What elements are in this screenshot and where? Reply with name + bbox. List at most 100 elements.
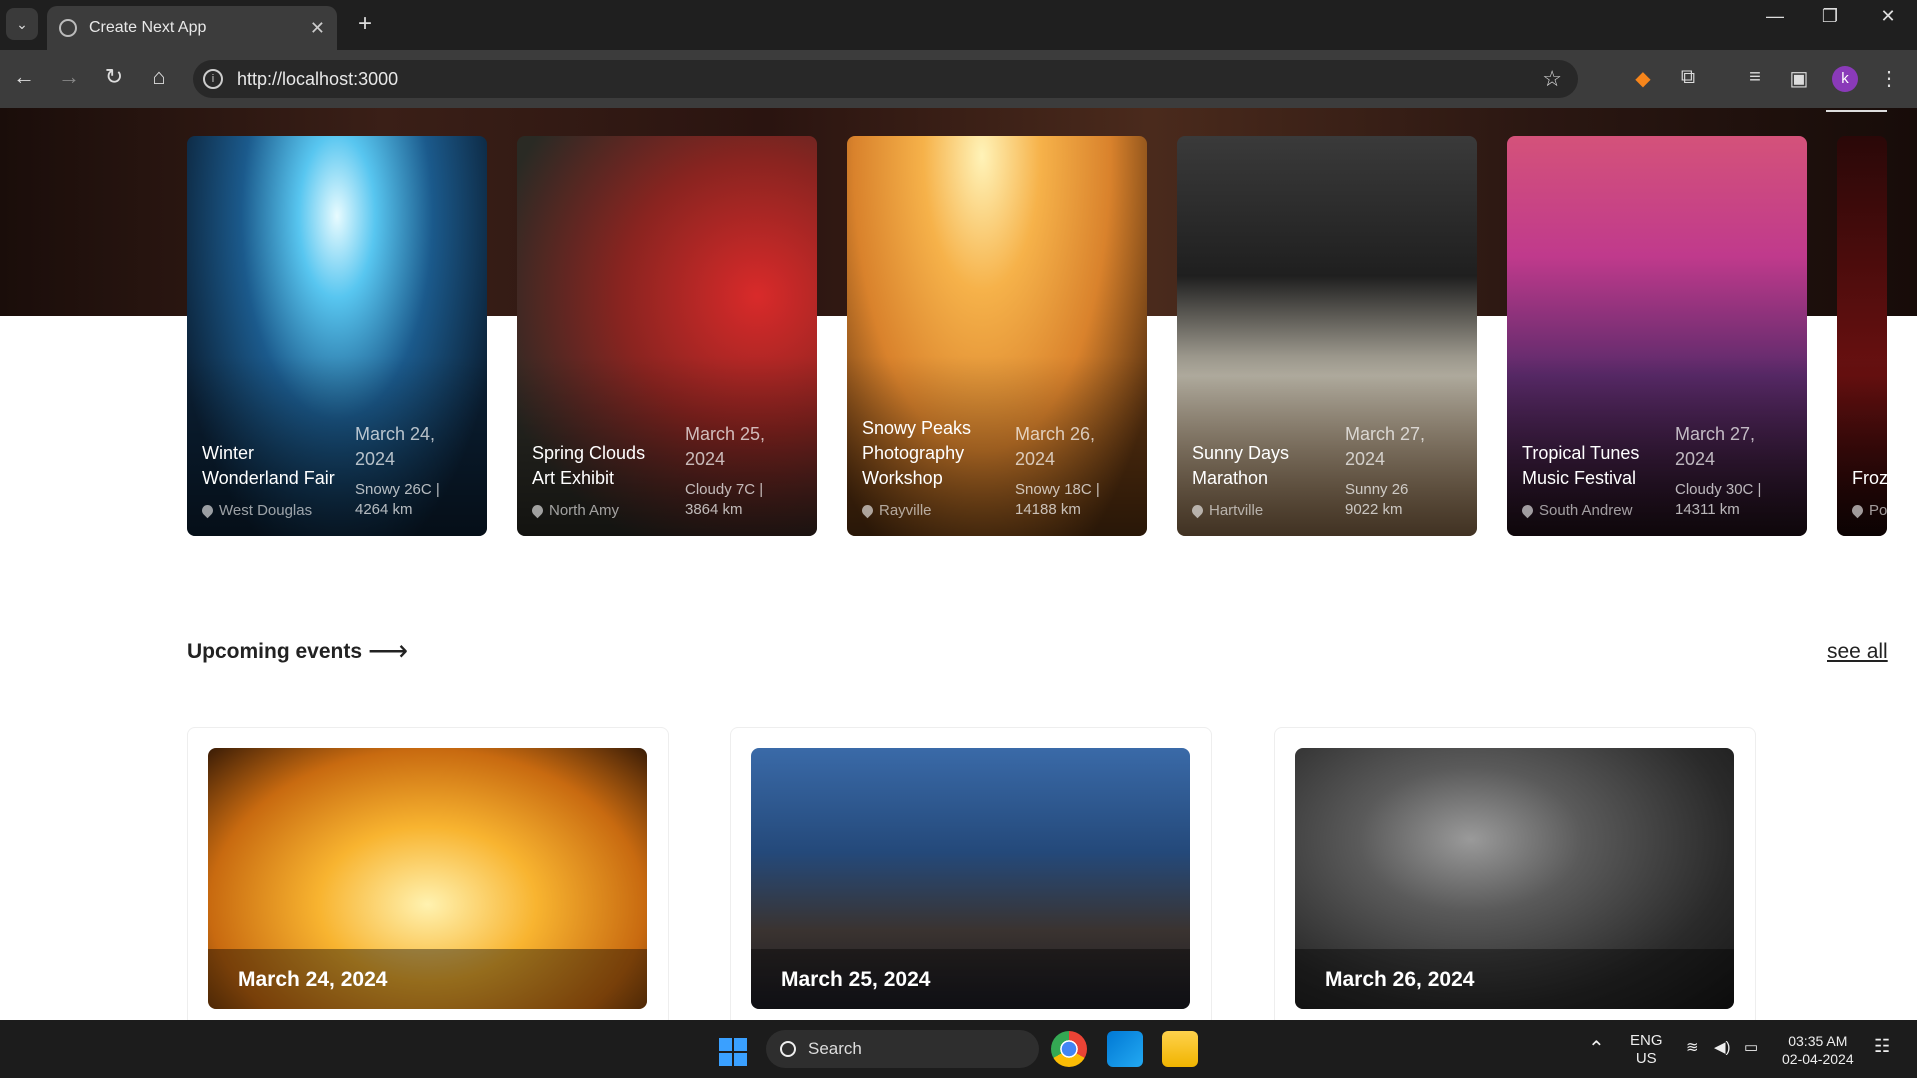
event-card-title: Snowy Peaks Photography Workshop — [862, 418, 972, 488]
upcoming-event-card[interactable]: March 25, 2024 — [730, 727, 1212, 1027]
info-icon[interactable]: i — [203, 69, 223, 89]
language-indicator[interactable]: ENG US — [1630, 1032, 1663, 1068]
event-card[interactable]: Snowy Peaks Photography Workshop March 2… — [847, 136, 1147, 536]
location-label: Rayville — [879, 502, 932, 519]
location-label: South Andrew — [1539, 502, 1633, 519]
close-tab-icon[interactable]: ✕ — [310, 18, 325, 39]
event-card-location: Hartville — [1189, 502, 1264, 519]
reload-button[interactable]: ↻ — [99, 64, 129, 90]
see-all-link[interactable]: see all — [1827, 640, 1888, 664]
upcoming-event-card[interactable]: March 26, 2024 — [1274, 727, 1756, 1027]
event-card-date: March 25, 2024 — [685, 424, 766, 469]
side-panel-icon[interactable]: ▣ — [1784, 66, 1814, 91]
notification-icon[interactable]: ☷ — [1874, 1036, 1890, 1057]
event-card-title: Froz Con — [1852, 468, 1887, 488]
upcoming-event-card[interactable]: March 24, 2024 — [187, 727, 669, 1027]
event-card-location: North Amy — [529, 502, 620, 519]
location-pin-icon — [529, 502, 546, 519]
event-card-location: Po — [1849, 502, 1887, 519]
event-card-meta: Cloudy 30C | 14311 km — [1675, 480, 1785, 520]
event-image: March 25, 2024 — [751, 748, 1190, 1009]
address-bar[interactable]: i http://localhost:3000 ☆ — [193, 60, 1578, 98]
event-card-location: South Andrew — [1519, 502, 1633, 519]
metamask-icon[interactable]: ◆ — [1628, 66, 1658, 91]
wifi-icon[interactable]: ≋ — [1686, 1038, 1699, 1056]
profile-avatar[interactable]: k — [1832, 66, 1858, 92]
event-card-meta: Snowy 18C | 14188 km — [1015, 480, 1125, 520]
location-pin-icon — [199, 502, 216, 519]
new-tab-button[interactable]: + — [350, 10, 380, 38]
extensions-icon[interactable]: ⧉ — [1673, 66, 1703, 89]
event-card-meta: Snowy 26C | 4264 km — [355, 480, 465, 520]
event-card-location: Rayville — [859, 502, 932, 519]
volume-icon[interactable]: ◀) — [1714, 1038, 1731, 1056]
event-card-date: March 27, 2024 — [1345, 424, 1426, 469]
event-card-weather: Sunny 26 — [1345, 481, 1409, 498]
event-card[interactable]: Spring Clouds Art Exhibit March 25, 2024… — [517, 136, 817, 536]
close-window-button[interactable]: ✕ — [1868, 6, 1908, 27]
windows-start-icon[interactable] — [719, 1038, 747, 1066]
event-card[interactable]: Winter Wonderland Fair March 24, 2024 Sn… — [187, 136, 487, 536]
location-pin-icon — [1849, 502, 1866, 519]
event-card[interactable]: Sunny Days Marathon March 27, 2024 Sunny… — [1177, 136, 1477, 536]
tab-title: Create Next App — [89, 19, 207, 36]
battery-icon[interactable]: ▭ — [1744, 1038, 1758, 1056]
upcoming-events-heading[interactable]: Upcoming events — [187, 640, 362, 664]
event-card[interactable]: Tropical Tunes Music Festival March 27, … — [1507, 136, 1807, 536]
browser-toolbar: ← → ↻ ⌂ i http://localhost:3000 ☆ ◆ ⧉ ≡ … — [0, 50, 1917, 108]
event-card-date: March 26, 2024 — [1015, 424, 1096, 469]
location-pin-icon — [1189, 502, 1206, 519]
event-card-title: Tropical Tunes Music Festival — [1522, 443, 1640, 488]
event-card-distance: 14311 km — [1675, 501, 1740, 518]
restore-button[interactable]: ❐ — [1810, 6, 1850, 27]
event-card-location: West Douglas — [199, 502, 312, 519]
tab-search-button[interactable]: ⌄ — [6, 8, 38, 40]
event-card-distance: 14188 km — [1015, 501, 1081, 518]
back-button[interactable]: ← — [9, 64, 39, 90]
home-button[interactable]: ⌂ — [144, 64, 174, 90]
event-card-title: Spring Clouds Art Exhibit — [532, 443, 646, 488]
chrome-icon[interactable] — [1051, 1031, 1087, 1067]
location-label: Hartville — [1209, 502, 1264, 519]
search-label: Search — [808, 1039, 862, 1058]
media-control-icon[interactable]: ≡ — [1740, 66, 1770, 89]
bookmark-star-icon[interactable]: ☆ — [1542, 66, 1562, 92]
location-pin-icon — [859, 502, 876, 519]
event-date: March 24, 2024 — [238, 968, 388, 991]
arrow-right-icon[interactable]: ⟶ — [368, 634, 408, 667]
windows-taskbar: Search ⌃ ENG US ≋ ◀) ▭ 03:35 AM 02-04-20… — [0, 1020, 1917, 1078]
location-label: Po — [1869, 502, 1887, 519]
taskbar-search[interactable]: Search — [766, 1030, 1039, 1068]
file-explorer-icon[interactable] — [1162, 1031, 1198, 1067]
event-date: March 25, 2024 — [781, 968, 931, 991]
event-card-weather: Snowy 26C | — [355, 481, 440, 498]
clock[interactable]: 03:35 AM 02-04-2024 — [1782, 1032, 1854, 1068]
forward-button[interactable]: → — [54, 64, 84, 90]
minimize-button[interactable]: — — [1755, 6, 1795, 27]
browser-tab[interactable]: Create Next App ✕ — [47, 6, 337, 50]
location-pin-icon — [1519, 502, 1536, 519]
globe-icon — [59, 19, 77, 37]
event-card-distance: 9022 km — [1345, 501, 1403, 518]
browser-tabbar: ⌄ Create Next App ✕ + — ❐ ✕ — [0, 0, 1917, 50]
event-card-weather: Cloudy 30C | — [1675, 481, 1762, 498]
event-card-distance: 4264 km — [355, 501, 413, 518]
event-card-title: Winter Wonderland Fair — [202, 443, 335, 488]
language-code: ENG — [1630, 1032, 1663, 1049]
event-card-distance: 3864 km — [685, 501, 743, 518]
url-text[interactable]: http://localhost:3000 — [237, 69, 1542, 90]
chevron-up-icon[interactable]: ⌃ — [1588, 1036, 1605, 1061]
event-card-meta: Cloudy 7C | 3864 km — [685, 480, 795, 520]
event-date: March 26, 2024 — [1325, 968, 1475, 991]
event-card-meta: Sunny 26 9022 km — [1345, 480, 1455, 520]
hero-indicator — [1826, 110, 1887, 112]
event-card-date: March 27, 2024 — [1675, 424, 1756, 469]
event-card-weather: Cloudy 7C | — [685, 481, 764, 498]
vscode-icon[interactable] — [1107, 1031, 1143, 1067]
menu-icon[interactable]: ⋮ — [1874, 66, 1904, 91]
event-card-partial[interactable]: Froz Con Po — [1837, 136, 1887, 536]
clock-time: 03:35 AM — [1788, 1033, 1848, 1049]
event-card-weather: Snowy 18C | — [1015, 481, 1100, 498]
location-label: North Amy — [549, 502, 620, 519]
region-code: US — [1635, 1050, 1657, 1067]
